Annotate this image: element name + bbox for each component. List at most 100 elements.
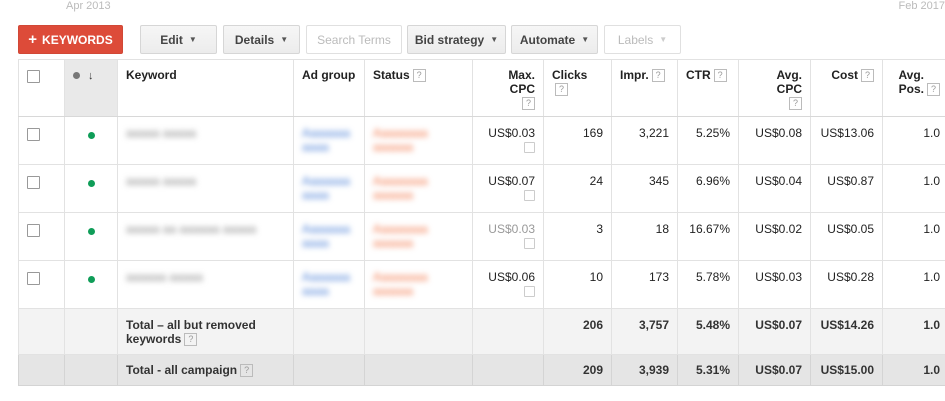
bid-strategy-dropdown[interactable]: Bid strategy ▼ (407, 25, 506, 54)
total-avg-cpc-cell: US$0.07 (738, 308, 811, 355)
max-cpc-column-header[interactable]: Max. CPC? (472, 59, 544, 117)
max-cpc-cell[interactable]: US$0.03 (472, 116, 544, 165)
row-checkbox-cell (18, 212, 65, 261)
bid-strategy-label: Bid strategy (414, 32, 485, 47)
status-cell: Aaaaaaaa aaaaaa (364, 260, 473, 309)
date-range-end: Feb 2017 (898, 0, 945, 12)
total-impr-cell: 3,939 (611, 354, 678, 386)
ad-group-cell[interactable]: Aaaaaaa aaaa (293, 212, 365, 261)
edit-dropdown[interactable]: Edit ▼ (140, 25, 217, 54)
help-icon[interactable]: ? (522, 97, 535, 111)
keyword-cell[interactable]: aaaaa aa aaaaaa aaaaa (117, 212, 294, 261)
row-checkbox[interactable] (27, 128, 40, 141)
max-cpc-value: US$0.06 (488, 270, 535, 284)
max-cpc-cell[interactable]: US$0.03 (472, 212, 544, 261)
search-terms-button[interactable]: Search Terms (306, 25, 402, 54)
enabled-dot-icon (87, 132, 95, 139)
total-label-cell: Total - all campaign? (117, 354, 294, 386)
edit-pencil-icon[interactable] (524, 286, 535, 297)
total-all-campaign-row: Total - all campaign? 209 3,939 5.31% US… (18, 354, 945, 386)
table-row: aaaaa aaaaa Aaaaaaa aaaa Aaaaaaaa aaaaaa… (18, 116, 945, 165)
ad-group-cell[interactable]: Aaaaaaa aaaa (293, 260, 365, 309)
edit-label: Edit (160, 32, 183, 47)
keywords-table: ↓ Keyword Ad group Status? Max. CPC? Cli… (18, 59, 945, 386)
keyword-cell[interactable]: aaaaa aaaaa (117, 116, 294, 165)
status-text: Aaaaaaaa aaaaaa (373, 270, 428, 298)
sort-down-arrow-icon: ↓ (88, 70, 94, 82)
total-cost-cell: US$15.00 (810, 354, 883, 386)
row-checkbox[interactable] (27, 224, 40, 237)
row-checkbox-cell (18, 164, 65, 213)
cost-cell: US$13.06 (810, 116, 883, 165)
date-range-start: Apr 2013 (66, 0, 111, 12)
max-cpc-value: US$0.07 (488, 174, 535, 188)
status-column-header[interactable]: Status? (364, 59, 473, 117)
select-all-cell (18, 59, 65, 117)
details-label: Details (234, 32, 275, 47)
automate-dropdown[interactable]: Automate ▼ (511, 25, 598, 54)
help-icon[interactable]: ? (651, 69, 665, 83)
ctr-column-header[interactable]: CTR? (677, 59, 739, 117)
select-all-checkbox[interactable] (27, 70, 40, 83)
labels-dropdown[interactable]: Labels ▼ (604, 25, 681, 54)
chevron-down-icon: ▼ (490, 35, 499, 44)
avg-pos-cell: 1.0 (882, 260, 945, 309)
total-ctr-cell: 5.31% (677, 354, 739, 386)
avg-cpc-cell: US$0.08 (738, 116, 811, 165)
table-row: aaaaa aaaaa Aaaaaaa aaaa Aaaaaaaa aaaaaa… (18, 164, 945, 213)
keyword-text: aaaaa aa aaaaaa aaaaa (126, 222, 257, 236)
ad-group-link: Aaaaaaa aaaa (302, 126, 351, 154)
keyword-text: aaaaa aaaaa (126, 126, 197, 140)
help-icon[interactable]: ? (412, 69, 426, 83)
ad-group-column-header[interactable]: Ad group (293, 59, 365, 117)
chevron-down-icon: ▼ (188, 35, 197, 44)
max-cpc-cell[interactable]: US$0.06 (472, 260, 544, 309)
keyword-cell[interactable]: aaaaaa aaaaa (117, 260, 294, 309)
cost-cell: US$0.87 (810, 164, 883, 213)
edit-pencil-icon[interactable] (524, 142, 535, 153)
keyword-cell[interactable]: aaaaa aaaaa (117, 164, 294, 213)
status-dot-cell (64, 212, 118, 261)
keyword-text: aaaaaa aaaaa (126, 270, 203, 284)
help-icon[interactable]: ? (927, 83, 940, 97)
details-dropdown[interactable]: Details ▼ (223, 25, 300, 54)
status-dot-icon (73, 72, 80, 79)
total-avg-pos-cell: 1.0 (882, 308, 945, 355)
ad-group-link: Aaaaaaa aaaa (302, 270, 351, 298)
clicks-column-header[interactable]: Clicks? (543, 59, 612, 117)
help-icon[interactable]: ? (789, 97, 802, 111)
status-cell: Aaaaaaaa aaaaaa (364, 164, 473, 213)
table-row: aaaaa aa aaaaaa aaaaa Aaaaaaa aaaa Aaaaa… (18, 212, 945, 261)
row-checkbox[interactable] (27, 176, 40, 189)
ad-group-cell[interactable]: Aaaaaaa aaaa (293, 116, 365, 165)
enabled-dot-icon (87, 180, 95, 187)
help-icon[interactable]: ? (713, 69, 727, 83)
total-impr-cell: 3,757 (611, 308, 678, 355)
row-checkbox[interactable] (27, 272, 40, 285)
keyword-column-header[interactable]: Keyword (117, 59, 294, 117)
keyword-text: aaaaa aaaaa (126, 174, 197, 188)
add-keywords-button[interactable]: + KEYWORDS (18, 25, 123, 54)
search-terms-label: Search Terms (317, 32, 391, 47)
help-icon[interactable]: ? (555, 83, 568, 97)
avg-cpc-cell: US$0.03 (738, 260, 811, 309)
ad-group-cell[interactable]: Aaaaaaa aaaa (293, 164, 365, 213)
total-ctr-cell: 5.48% (677, 308, 739, 355)
max-cpc-cell[interactable]: US$0.07 (472, 164, 544, 213)
help-icon[interactable]: ? (184, 333, 198, 347)
cost-column-header[interactable]: Cost? (810, 59, 883, 117)
ctr-cell: 16.67% (677, 212, 739, 261)
status-sort-header[interactable]: ↓ (64, 59, 118, 117)
help-icon[interactable]: ? (861, 69, 874, 83)
total-all-but-removed-row: Total – all but removed keywords? 206 3,… (18, 308, 945, 355)
impr-column-header[interactable]: Impr.? (611, 59, 678, 117)
total-clicks-cell: 209 (543, 354, 612, 386)
clicks-cell: 10 (543, 260, 612, 309)
avg-cpc-column-header[interactable]: Avg. CPC? (738, 59, 811, 117)
clicks-header-label: Clicks (552, 68, 588, 82)
row-checkbox-cell (18, 116, 65, 165)
edit-pencil-icon[interactable] (524, 190, 535, 201)
edit-pencil-icon[interactable] (524, 238, 535, 249)
avg-pos-column-header[interactable]: Avg. Pos.? (882, 59, 945, 117)
help-icon[interactable]: ? (240, 364, 254, 378)
